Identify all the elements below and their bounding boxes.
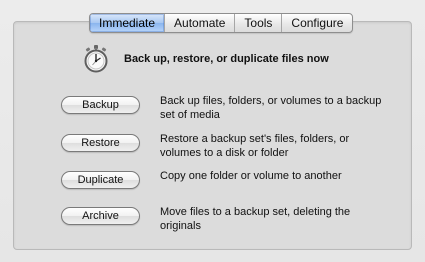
tab-configure[interactable]: Configure	[281, 14, 352, 32]
tab-immediate[interactable]: Immediate	[90, 14, 165, 32]
action-row: Archive Move files to a backup set, dele…	[61, 206, 390, 233]
backup-description: Back up files, folders, or volumes to a …	[160, 95, 382, 121]
stopwatch-icon	[84, 45, 108, 73]
archive-button[interactable]: Archive	[61, 207, 140, 225]
tab-automate[interactable]: Automate	[164, 14, 234, 32]
restore-description: Restore a backup set's files, folders, o…	[160, 133, 350, 159]
window: Immediate Automate Tools Configure Back …	[0, 0, 425, 262]
tab-bar: Immediate Automate Tools Configure	[89, 13, 354, 33]
action-row: Backup Back up files, folders, or volume…	[61, 95, 390, 122]
duplicate-button[interactable]: Duplicate	[61, 171, 140, 189]
panel-header: Back up, restore, or duplicate files now	[82, 44, 329, 74]
panel-title: Back up, restore, or duplicate files now	[124, 53, 329, 65]
archive-description: Move files to a backup set, deleting the…	[160, 206, 351, 232]
duplicate-description: Copy one folder or volume to another	[160, 170, 342, 182]
backup-button[interactable]: Backup	[61, 96, 140, 114]
action-row: Duplicate Copy one folder or volume to a…	[61, 170, 390, 189]
restore-button[interactable]: Restore	[61, 134, 140, 152]
action-row: Restore Restore a backup set's files, fo…	[61, 133, 390, 160]
tab-tools[interactable]: Tools	[234, 14, 281, 32]
